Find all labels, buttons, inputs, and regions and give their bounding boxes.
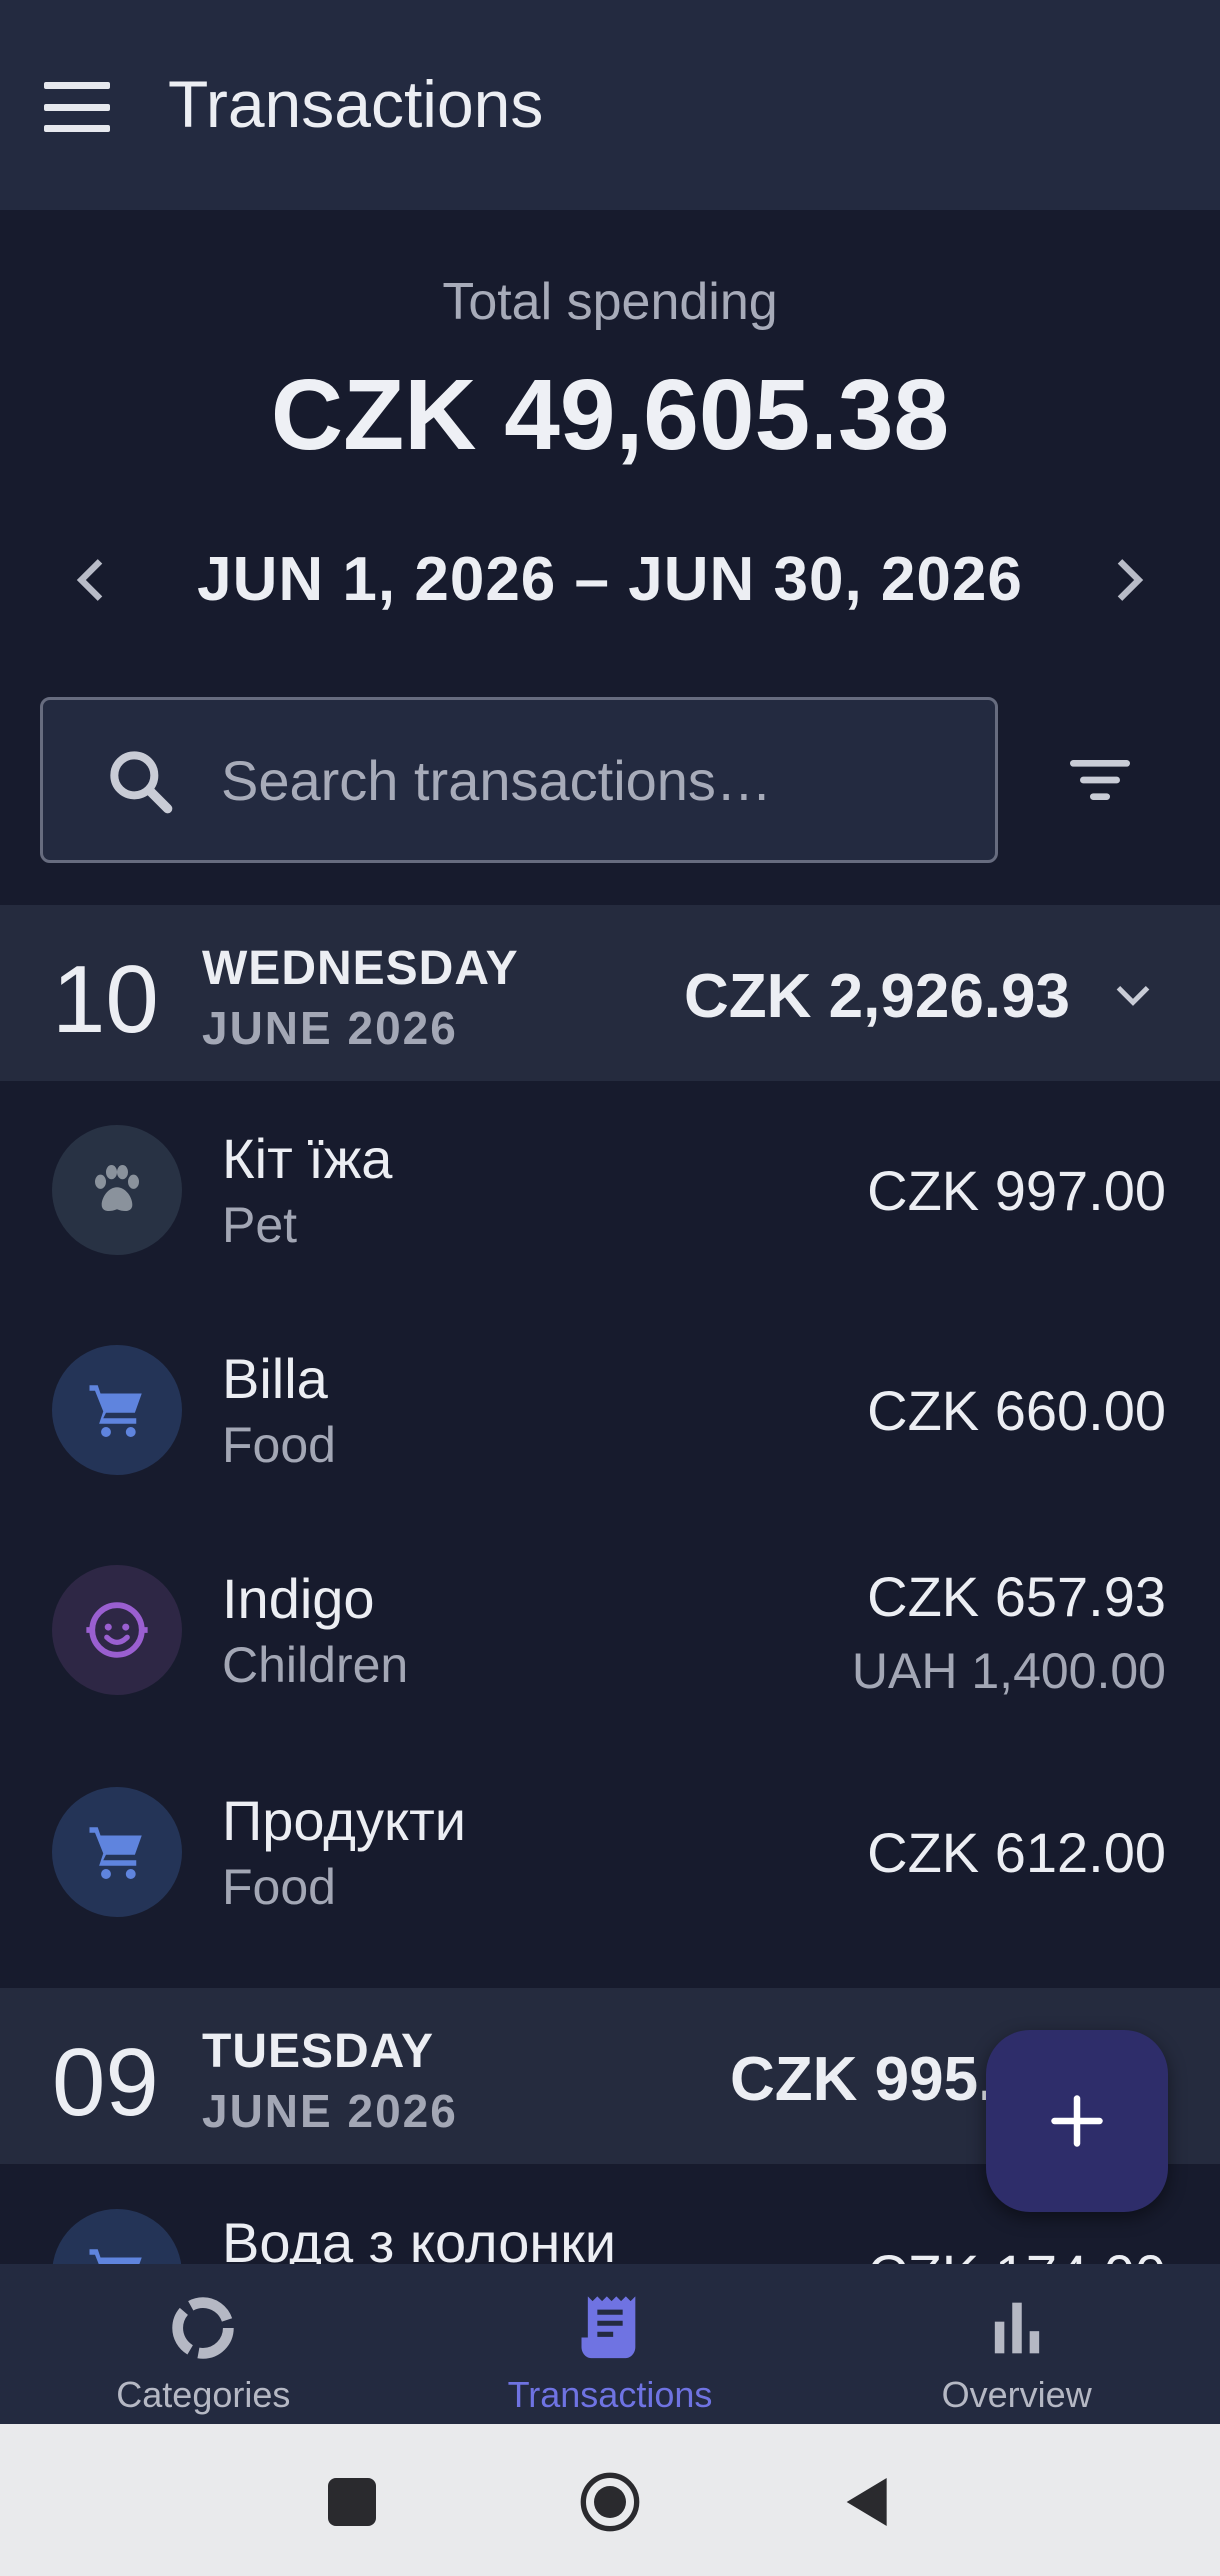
bar-chart-icon — [994, 2302, 1039, 2354]
nav-label: Overview — [941, 2374, 1092, 2415]
transaction-name: Продукти — [222, 1789, 467, 1852]
baby-face-icon — [86, 1602, 148, 1658]
page-title: Transactions — [168, 67, 544, 141]
transaction-amount: CZK 657.93 — [867, 1565, 1166, 1628]
menu-icon[interactable] — [44, 82, 110, 132]
square-icon[interactable] — [320, 2470, 384, 2534]
filter-icon[interactable] — [1060, 740, 1140, 820]
transaction-category: Food — [222, 1417, 336, 1473]
nav-label: Transactions — [507, 2374, 713, 2415]
category-avatar — [52, 1125, 182, 1255]
search-icon — [110, 751, 173, 814]
search-box[interactable] — [40, 697, 998, 863]
plus-icon — [1051, 2095, 1103, 2147]
day-total: CZK 2,926.93 — [684, 962, 1070, 1031]
search-input[interactable] — [221, 730, 961, 830]
category-avatar — [52, 1787, 182, 1917]
chevron-down-icon[interactable] — [1108, 969, 1158, 1019]
total-spending-value: CZK 49,605.38 — [270, 359, 950, 471]
transaction-row[interactable]: Billa Food CZK 660.00 — [0, 1300, 1220, 1520]
transaction-amount: CZK 997.00 — [867, 1159, 1166, 1222]
triangle-back-icon[interactable] — [836, 2470, 900, 2534]
transaction-name: Кіт їжа — [222, 1127, 393, 1190]
day-number: 10 — [52, 946, 159, 1053]
paw-icon — [95, 1164, 139, 1212]
day-month: JUNE 2026 — [202, 2085, 458, 2137]
nav-item-transactions[interactable]: Transactions — [407, 2264, 814, 2424]
transaction-row[interactable]: Кіт їжа Pet CZK 997.00 — [0, 1080, 1220, 1300]
app-bar: Transactions — [0, 0, 1220, 210]
transaction-amount: CZK 612.00 — [867, 1821, 1166, 1884]
transaction-name: Billa — [222, 1347, 328, 1410]
category-avatar — [52, 1565, 182, 1695]
day-header[interactable]: 10 WEDNESDAY JUNE 2026 CZK 2,926.93 — [0, 905, 1220, 1081]
category-avatar — [52, 1345, 182, 1475]
add-transaction-button[interactable] — [986, 2030, 1168, 2212]
total-spending-label: Total spending — [442, 273, 778, 331]
nav-item-overview[interactable]: Overview — [813, 2264, 1220, 2424]
receipt-icon — [581, 2296, 636, 2359]
transaction-amount: CZK 660.00 — [867, 1379, 1166, 1442]
transaction-category: Food — [222, 1859, 336, 1915]
bottom-navigation: Categories Transactions Overview — [0, 2264, 1220, 2424]
transaction-row[interactable]: Indigo Children CZK 657.93 UAH 1,400.00 — [0, 1520, 1220, 1740]
transaction-category: Children — [222, 1637, 409, 1693]
transaction-category: Pet — [222, 1197, 298, 1253]
donut-icon — [172, 2297, 235, 2359]
nav-item-categories[interactable]: Categories — [0, 2264, 407, 2424]
cart-icon — [89, 1827, 142, 1879]
chevron-right-icon[interactable] — [1096, 548, 1160, 612]
cart-icon — [89, 1385, 142, 1437]
nav-label: Categories — [116, 2374, 291, 2415]
circle-icon[interactable] — [578, 2470, 642, 2534]
date-range-selector: JUN 1, 2026 – JUN 30, 2026 — [0, 540, 1220, 620]
day-number: 09 — [52, 2029, 159, 2136]
date-range-label[interactable]: JUN 1, 2026 – JUN 30, 2026 — [0, 544, 1220, 615]
day-month: JUNE 2026 — [202, 1002, 458, 1054]
system-navigation-bar — [0, 2424, 1220, 2576]
transaction-amount-secondary: UAH 1,400.00 — [851, 1643, 1166, 1699]
transaction-row[interactable]: Продукти Food CZK 612.00 — [0, 1742, 1220, 1962]
day-total: CZK 995. — [730, 2045, 996, 2114]
day-weekday: WEDNESDAY — [202, 942, 519, 995]
transaction-name: Indigo — [222, 1567, 375, 1630]
day-weekday: TUESDAY — [202, 2025, 434, 2078]
